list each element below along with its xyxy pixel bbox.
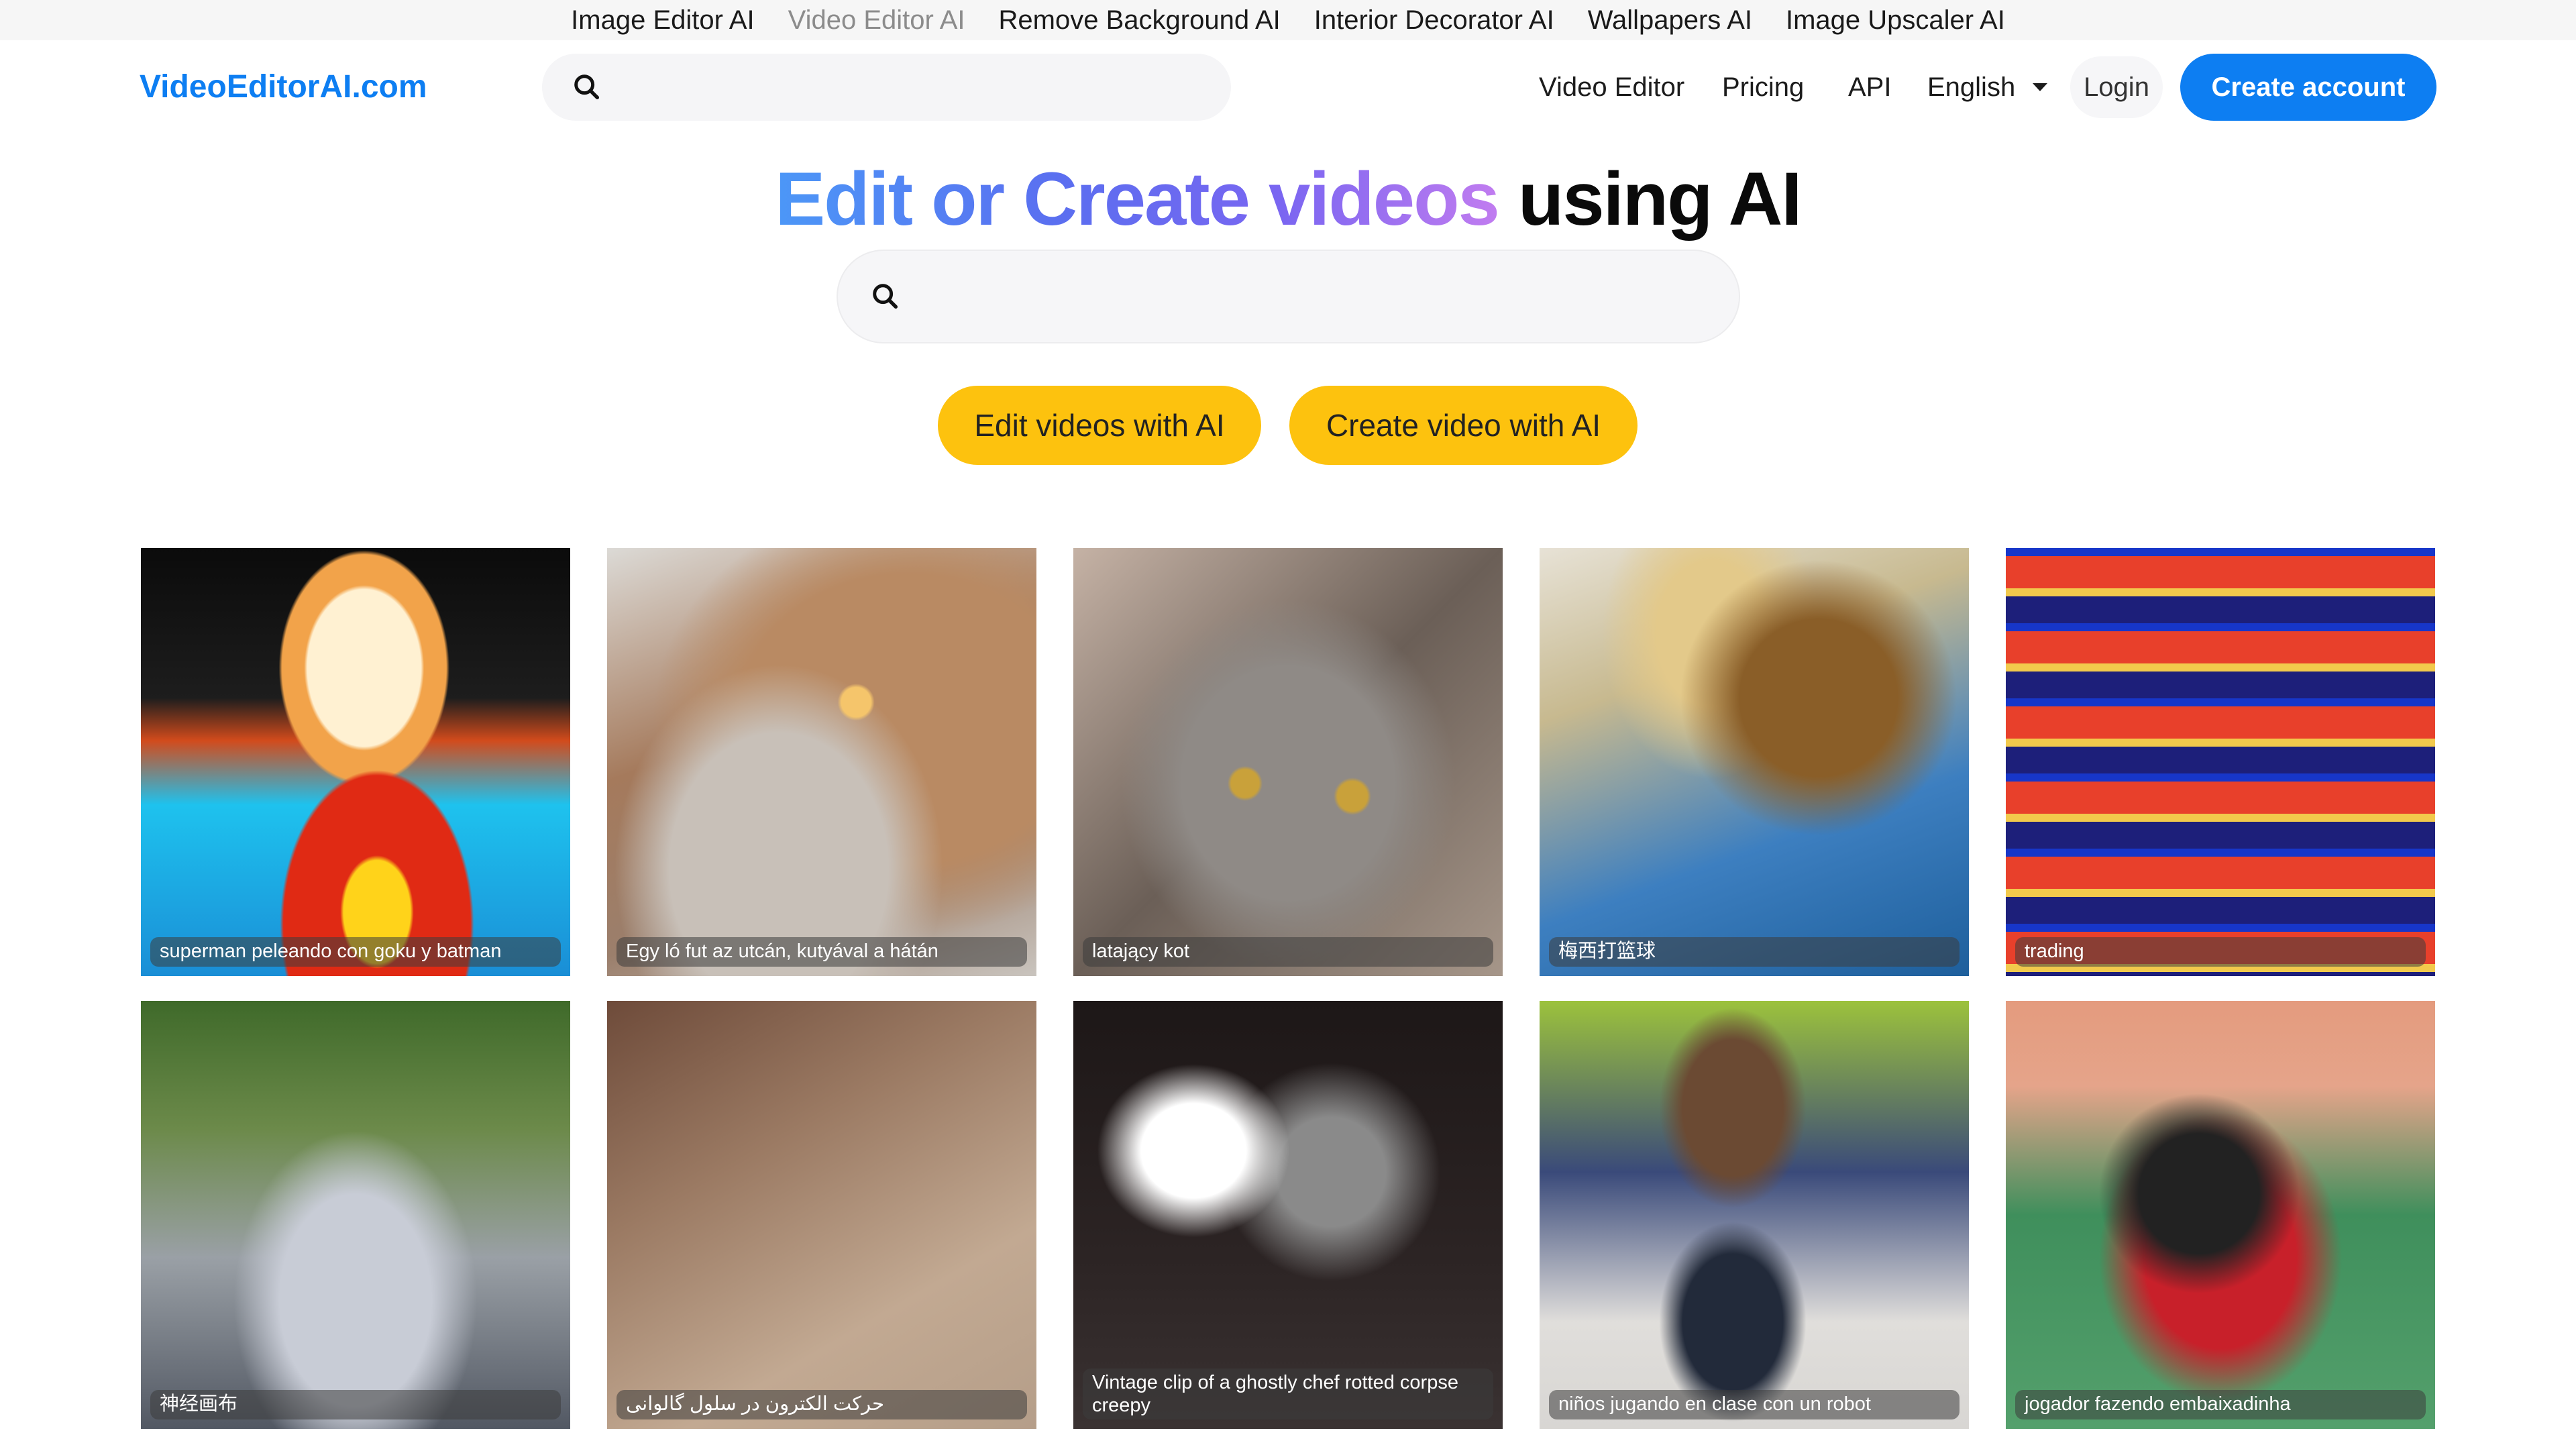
nav-item-pricing: Pricing bbox=[1722, 54, 1804, 121]
gallery-item[interactable]: jogador fazendo embaixadinha bbox=[2006, 1001, 2435, 1429]
nav-link-video-editor[interactable]: Video Editor bbox=[1539, 72, 1684, 103]
gallery-caption: superman peleando con goku y batman bbox=[150, 937, 561, 967]
gallery-item[interactable]: superman peleando con goku y batman bbox=[141, 548, 570, 976]
video-thumbnail bbox=[141, 548, 570, 976]
gallery-caption: latający kot bbox=[1083, 937, 1493, 967]
header-search[interactable] bbox=[542, 54, 1231, 121]
language-dropdown-label[interactable]: English bbox=[1927, 72, 2015, 103]
hero-search[interactable] bbox=[837, 250, 1740, 343]
edit-videos-button[interactable]: Edit videos with AI bbox=[938, 386, 1261, 465]
video-thumbnail bbox=[1073, 1001, 1503, 1429]
product-link-video-editor[interactable]: Video Editor AI bbox=[788, 5, 965, 36]
nav-link-pricing[interactable]: Pricing bbox=[1722, 72, 1804, 103]
video-thumbnail bbox=[1073, 548, 1503, 976]
search-icon bbox=[574, 74, 600, 100]
nav-link-api[interactable]: API bbox=[1848, 72, 1891, 103]
create-video-button[interactable]: Create video with AI bbox=[1289, 386, 1638, 465]
gallery-item[interactable]: 神经画布 bbox=[141, 1001, 570, 1429]
gallery-item[interactable]: 梅西打篮球 bbox=[1540, 548, 1969, 976]
gallery-item[interactable]: trading bbox=[2006, 548, 2435, 976]
search-icon bbox=[873, 284, 898, 309]
gallery-caption: 神经画布 bbox=[150, 1390, 561, 1419]
login-button[interactable]: Login bbox=[2070, 56, 2163, 118]
create-account-button[interactable]: Create account bbox=[2180, 54, 2436, 121]
gallery-caption: trading bbox=[2015, 937, 2426, 967]
video-thumbnail bbox=[607, 1001, 1036, 1429]
language-dropdown[interactable]: English bbox=[1927, 54, 2048, 121]
product-link-remove-background[interactable]: Remove Background AI bbox=[999, 5, 1281, 36]
hero-title-plain: using AI bbox=[1517, 157, 1803, 241]
hero-title-gradient: Edit or Create videos bbox=[775, 157, 1499, 241]
product-link-wallpapers[interactable]: Wallpapers AI bbox=[1588, 5, 1752, 36]
gallery-caption: 梅西打篮球 bbox=[1549, 937, 1960, 967]
gallery-caption: Egy ló fut az utcán, kutyával a hátán bbox=[616, 937, 1027, 967]
gallery-item[interactable]: niños jugando en clase con un robot bbox=[1540, 1001, 1969, 1429]
product-link-image-upscaler[interactable]: Image Upscaler AI bbox=[1786, 5, 2005, 36]
video-gallery: superman peleando con goku y batman Egy … bbox=[141, 548, 2436, 1429]
gallery-caption: niños jugando en clase con un robot bbox=[1549, 1390, 1960, 1419]
nav-item-video-editor: Video Editor bbox=[1539, 54, 1684, 121]
site-header: VideoEditorAI.com Video Editor Pricing A… bbox=[0, 40, 2576, 134]
gallery-item[interactable]: حرکت الکترون در سلول گالوانی bbox=[607, 1001, 1036, 1429]
gallery-caption: jogador fazendo embaixadinha bbox=[2015, 1390, 2426, 1419]
header-search-input[interactable] bbox=[616, 54, 1231, 121]
hero-title: Edit or Create videos using AI bbox=[0, 156, 2576, 242]
gallery-item[interactable]: Egy ló fut az utcán, kutyával a hátán bbox=[607, 548, 1036, 976]
video-thumbnail bbox=[607, 548, 1036, 976]
video-thumbnail bbox=[1540, 1001, 1969, 1429]
gallery-item[interactable]: latający kot bbox=[1073, 548, 1503, 976]
product-bar: Image Editor AI Video Editor AI Remove B… bbox=[0, 0, 2576, 40]
video-thumbnail bbox=[2006, 1001, 2435, 1429]
video-thumbnail bbox=[2006, 548, 2435, 976]
video-thumbnail bbox=[141, 1001, 570, 1429]
product-link-interior-decorator[interactable]: Interior Decorator AI bbox=[1314, 5, 1554, 36]
product-link-image-editor[interactable]: Image Editor AI bbox=[571, 5, 754, 36]
caret-down-icon bbox=[2033, 83, 2048, 91]
site-logo[interactable]: VideoEditorAI.com bbox=[140, 68, 427, 105]
video-thumbnail bbox=[1540, 548, 1969, 976]
gallery-caption: Vintage clip of a ghostly chef rotted co… bbox=[1083, 1368, 1493, 1419]
hero-search-input[interactable] bbox=[917, 251, 1739, 342]
gallery-caption: حرکت الکترون در سلول گالوانی bbox=[616, 1390, 1027, 1419]
nav-item-api: API bbox=[1848, 54, 1891, 121]
gallery-item[interactable]: Vintage clip of a ghostly chef rotted co… bbox=[1073, 1001, 1503, 1429]
